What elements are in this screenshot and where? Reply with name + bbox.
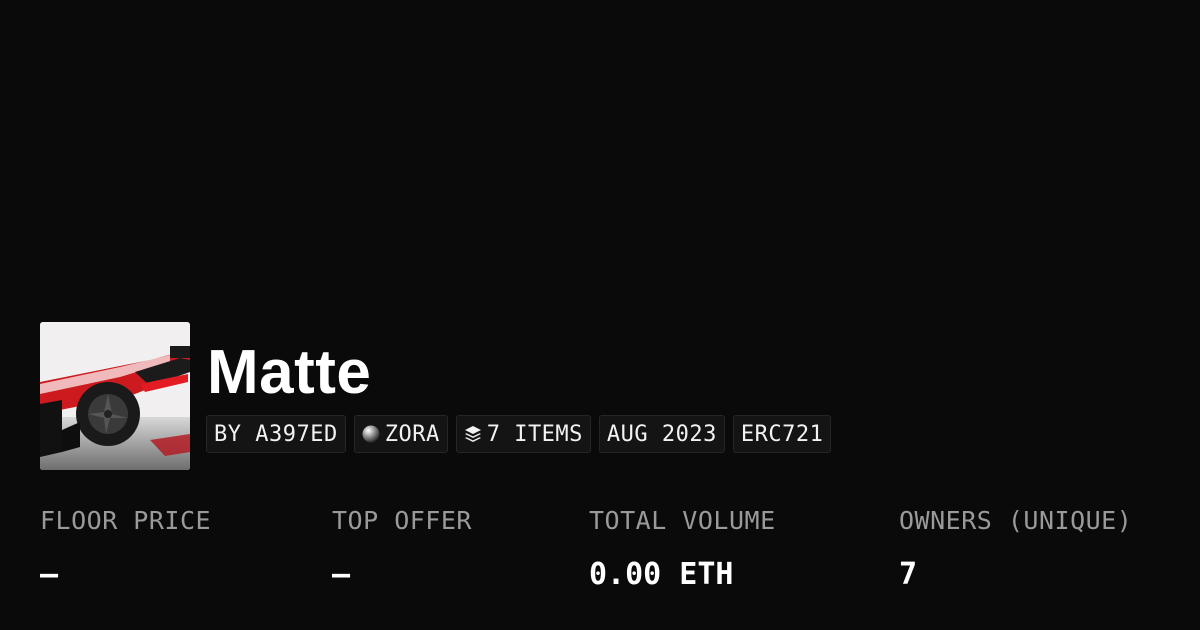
chain-label: ZORA <box>384 421 440 447</box>
stat-label: OWNERS (UNIQUE) <box>899 506 1133 535</box>
stat-owners: OWNERS (UNIQUE) 7 <box>899 505 1132 593</box>
creator-label: BY A397ED <box>214 421 338 447</box>
stat-value: – <box>332 557 351 592</box>
stat-label: FLOOR PRICE <box>40 506 212 535</box>
date-label: AUG 2023 <box>606 421 717 447</box>
stat-value: 0.00 ETH <box>589 557 734 592</box>
layers-icon <box>464 425 482 443</box>
stat-label: TOTAL VOLUME <box>589 506 776 535</box>
stat-floor-price: FLOOR PRICE – <box>40 505 211 593</box>
stat-top-offer: TOP OFFER – <box>332 505 472 593</box>
stat-value: 7 <box>899 557 918 592</box>
standard-badge: ERC721 <box>732 415 832 453</box>
collection-badges: BY A397ED ZORA 7 ITEMS AUG 2023 ERC721 <box>206 415 832 453</box>
zora-orb-icon <box>362 425 380 443</box>
stat-value: – <box>40 557 59 592</box>
items-badge[interactable]: 7 ITEMS <box>455 415 591 453</box>
stat-label: TOP OFFER <box>332 506 472 535</box>
stat-total-volume: TOTAL VOLUME 0.00 ETH <box>589 505 776 593</box>
date-badge: AUG 2023 <box>598 415 725 453</box>
items-label: 7 ITEMS <box>486 421 583 447</box>
race-car-image <box>40 322 190 470</box>
collection-thumbnail <box>40 322 190 470</box>
creator-badge[interactable]: BY A397ED <box>206 415 346 453</box>
chain-badge[interactable]: ZORA <box>353 415 448 453</box>
collection-title: Matte <box>207 338 372 407</box>
standard-label: ERC721 <box>740 421 824 447</box>
